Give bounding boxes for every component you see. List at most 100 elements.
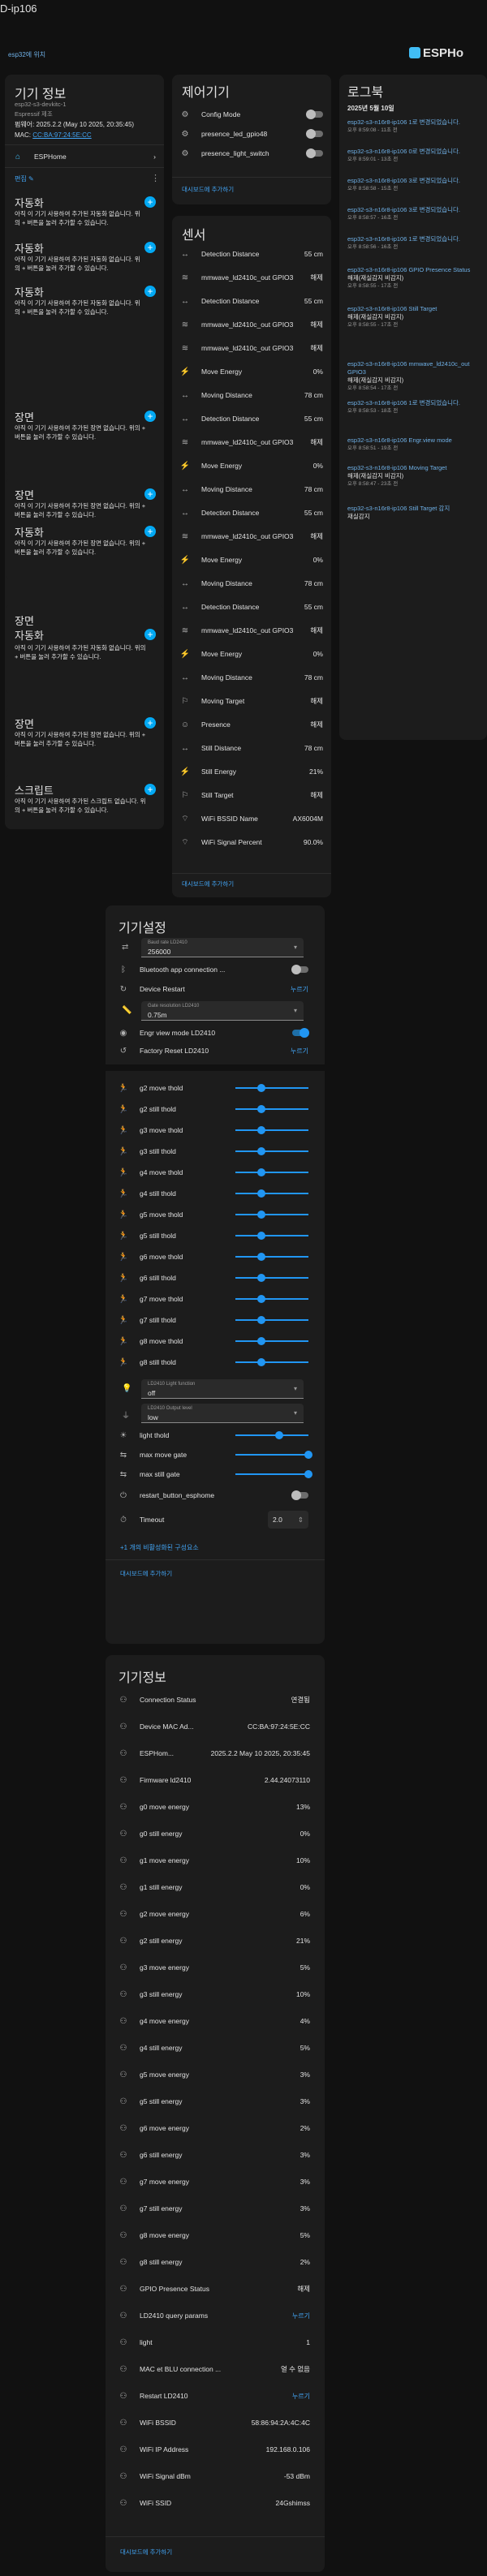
logbook-entry[interactable]: esp32-s3-n16r8-ip106 1로 변경되었습니다. 오후 8:58:… [347,399,484,415]
logbook-entry[interactable]: esp32-s3-n16r8-ip106 GPIO Presence Statu… [347,266,484,290]
add-to-dashboard-button[interactable]: 대시보드에 추가하기 [120,2548,172,2557]
mac-value[interactable]: CC:BA:97:24:5E:CC [32,131,91,139]
logbook-entry[interactable]: esp32-s3-n16r8-ip106 Moving Target 해제(재실감… [347,464,484,488]
slider-knob[interactable] [256,1189,265,1198]
sensor-row[interactable]: ↔ Detection Distance 55 cm [172,292,331,310]
threshold-slider[interactable] [235,1084,308,1092]
add-automation-button[interactable]: + [144,196,156,208]
slider-knob[interactable] [256,1253,265,1261]
diagnostic-row[interactable]: ⚇ GPIO Presence Status 해제 [106,2280,325,2298]
threshold-slider[interactable] [235,1253,308,1261]
sensor-row[interactable]: ↔ Detection Distance 55 cm [172,410,331,428]
max-still-gate-slider[interactable] [235,1470,312,1478]
toggle-switch[interactable] [306,129,323,139]
threshold-slider[interactable] [235,1147,308,1155]
sensor-row[interactable]: ≋ mmwave_ld2410c_out GPIO3 해제 [172,527,331,545]
diagnostic-row[interactable]: ⚇ ESPHom... 2025.2.2 May 10 2025, 20:35:45 [106,1744,325,1762]
breadcrumb[interactable]: esp32에 위치 [8,50,45,59]
light-function-select[interactable]: LD2410 Light function off ▾ [141,1379,304,1399]
toggle-switch[interactable] [306,110,323,119]
press-button[interactable]: 누르기 [292,2312,310,2320]
threshold-slider[interactable] [235,1337,308,1345]
threshold-slider[interactable] [235,1274,308,1282]
sensor-row[interactable]: ≋ mmwave_ld2410c_out GPIO3 해제 [172,621,331,639]
sensor-row[interactable]: ⚡ Move Energy 0% [172,645,331,663]
diagnostic-row[interactable]: ⚇ g3 move energy 5% [106,1959,325,1976]
threshold-slider[interactable] [235,1358,308,1366]
diagnostic-row[interactable]: ⚇ MAC et BLU connection ... 열 수 없음 [106,2360,325,2378]
diagnostic-row[interactable]: ⚇ WiFi IP Address 192.168.0.106 [106,2441,325,2458]
diagnostic-row[interactable]: ⚇ g1 still energy 0% [106,1878,325,1896]
slider-knob[interactable] [256,1295,265,1303]
slider-knob[interactable] [304,1470,312,1478]
press-button[interactable]: 누르기 [292,2392,310,2401]
control-row[interactable]: ⚙ presence_led_gpio48 [172,125,331,143]
more-options-icon[interactable]: ⋮ [151,173,160,183]
sensor-row[interactable]: ↔ Moving Distance 78 cm [172,669,331,686]
diagnostic-row[interactable]: ⚇ g5 move energy 3% [106,2066,325,2084]
gate-resolution-select[interactable]: Gate resolution LD2410 0.75m ▾ [141,1001,304,1021]
sensor-row[interactable]: ⚐ Still Target 해제 [172,786,331,804]
diagnostic-row[interactable]: ⚇ Restart LD2410 누르기 [106,2387,325,2405]
logbook-entry[interactable]: esp32-s3-n16r8-ip106 Still Target 감지 재실감지 [347,505,484,521]
sensor-row[interactable]: ↔ Detection Distance 55 cm [172,504,331,522]
add-automation-button[interactable]: + [144,286,156,297]
logbook-entry[interactable]: esp32-s3-n16r8-ip106 3로 변경되었습니다. 오후 8:58:… [347,206,484,222]
logbook-entry[interactable]: esp32-s3-n16r8-ip106 3로 변경되었습니다. 오후 8:58:… [347,177,484,193]
bluetooth-row[interactable]: ᛒ Bluetooth app connection ... [106,961,325,978]
slider-knob[interactable] [256,1316,265,1324]
threshold-slider[interactable] [235,1232,308,1240]
diagnostic-row[interactable]: ⚇ g8 move energy 5% [106,2226,325,2244]
diagnostic-row[interactable]: ⚇ g2 still energy 21% [106,1932,325,1950]
sensor-row[interactable]: ↔ Moving Distance 78 cm [172,574,331,592]
add-to-dashboard-button[interactable]: 대시보드에 추가하기 [182,879,234,888]
sensor-row[interactable]: ⌔ WiFi Signal Percent 90.0% [172,833,331,851]
sensor-row[interactable]: ⚡ Move Energy 0% [172,551,331,569]
toggle-switch[interactable] [291,1490,308,1500]
baud-rate-select[interactable]: Baud rate LD2410 256000 ▾ [141,938,304,957]
diagnostic-row[interactable]: ⚇ Firmware ld2410 2.44.24073110 [106,1771,325,1789]
slider-knob[interactable] [256,1337,265,1345]
control-row[interactable]: ⚙ presence_light_switch [172,144,331,162]
output-level-select[interactable]: LD2410 Output level low ▾ [141,1404,304,1423]
logbook-entry[interactable]: esp32-s3-n16r8-ip106 Still Target 해제(재실감지… [347,305,484,329]
threshold-slider[interactable] [235,1316,308,1324]
sensor-row[interactable]: ⚡ Still Energy 21% [172,763,331,781]
sensor-row[interactable]: ≋ mmwave_ld2410c_out GPIO3 해제 [172,269,331,286]
timeout-input[interactable]: 2.0 ⇕ [268,1511,308,1529]
diagnostic-row[interactable]: ⚇ LD2410 query params 누르기 [106,2307,325,2324]
slider-knob[interactable] [256,1105,265,1113]
add-automation-button[interactable]: + [144,242,156,253]
diagnostic-row[interactable]: ⚇ WiFi SSID 24Gshimss [106,2494,325,2512]
press-button[interactable]: 누르기 [291,985,308,994]
add-script-button[interactable]: + [144,784,156,795]
add-to-dashboard-button[interactable]: 대시보드에 추가하기 [120,1569,172,1578]
add-scene-button[interactable]: + [144,488,156,500]
sensor-row[interactable]: ↔ Moving Distance 78 cm [172,386,331,404]
diagnostic-row[interactable]: ⚇ g1 move energy 10% [106,1851,325,1869]
logbook-entry[interactable]: esp32-s3-n16r8-ip106 0로 변경되었습니다. 오후 8:59:… [347,148,484,164]
threshold-slider[interactable] [235,1126,308,1134]
diagnostic-row[interactable]: ⚇ g0 move energy 13% [106,1798,325,1816]
slider-knob[interactable] [275,1431,283,1439]
slider-knob[interactable] [304,1451,312,1459]
toggle-switch[interactable] [292,1028,309,1038]
add-automation-button[interactable]: + [144,629,156,640]
max-move-gate-slider[interactable] [235,1451,312,1459]
light-thold-slider[interactable] [235,1431,308,1439]
add-scene-button[interactable]: + [144,411,156,422]
diagnostic-row[interactable]: ⚇ light 1 [106,2333,325,2351]
sensor-row[interactable]: ⚡ Move Energy 0% [172,457,331,475]
slider-knob[interactable] [256,1232,265,1240]
logbook-entry[interactable]: esp32-s3-n16r8-ip106 1로 변경되었습니다. 오후 8:59:… [347,118,484,135]
sensor-row[interactable]: ↔ Detection Distance 55 cm [172,598,331,616]
diagnostic-row[interactable]: ⚇ g5 still energy 3% [106,2092,325,2110]
slider-knob[interactable] [256,1084,265,1092]
restart-button-row[interactable]: ⏻ restart_button_esphome [106,1486,325,1504]
threshold-slider[interactable] [235,1168,308,1176]
slider-knob[interactable] [256,1358,265,1366]
diagnostic-row[interactable]: ⚇ g4 still energy 5% [106,2039,325,2057]
slider-knob[interactable] [256,1211,265,1219]
sensor-row[interactable]: ≋ mmwave_ld2410c_out GPIO3 해제 [172,316,331,333]
sensor-row[interactable]: ⌔ WiFi BSSID Name AX6004M [172,810,331,828]
